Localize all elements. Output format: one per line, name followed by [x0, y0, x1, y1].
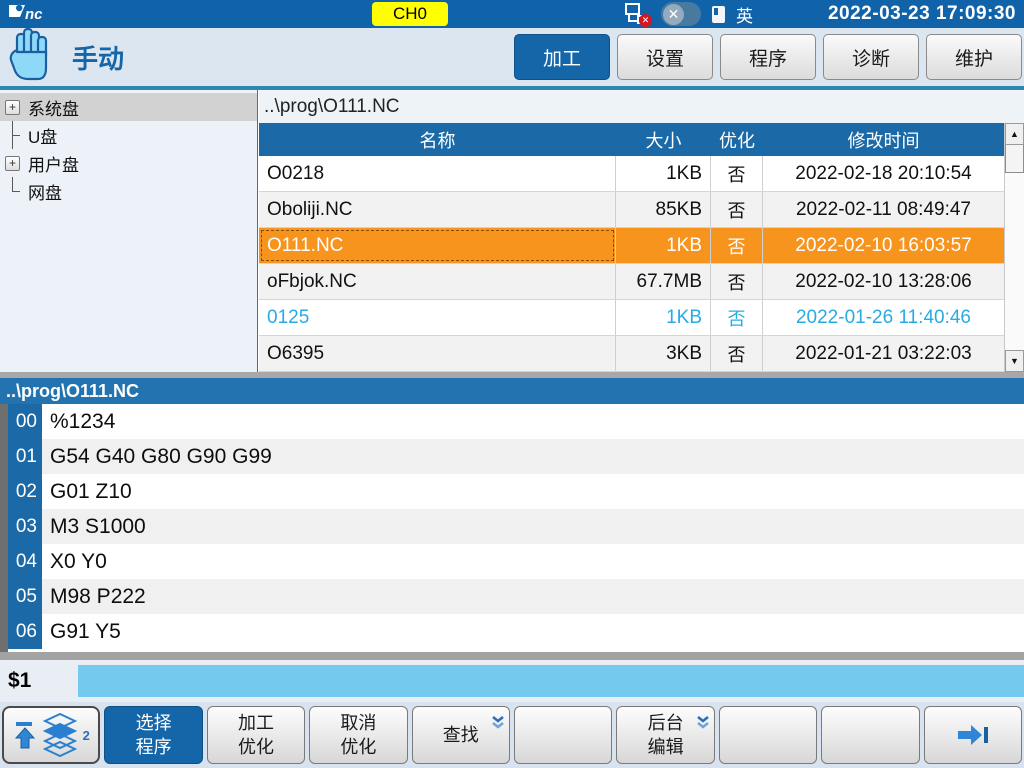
tree-item-label: 网盘 [28, 179, 62, 204]
program-line: 00 %1234 [8, 404, 1024, 439]
file-table-header: 名称 大小 优化 修改时间 [259, 123, 1004, 156]
scrollbar-thumb[interactable] [1005, 145, 1024, 173]
close-icon: ✕ [663, 4, 684, 25]
chevron-down-icon [696, 711, 710, 735]
tree-connector [5, 177, 20, 205]
tab-program[interactable]: 程序 [720, 34, 816, 80]
tab-maintenance[interactable]: 维护 [926, 34, 1022, 80]
tab-machining[interactable]: 加工 [514, 34, 610, 80]
tree-item-user-disk[interactable]: + 用户盘 [0, 149, 257, 177]
softkey-empty-3[interactable] [821, 706, 919, 764]
softkey-machining-optimize[interactable]: 加工 优化 [207, 706, 305, 764]
main-tabs: 加工 设置 程序 诊断 维护 [514, 34, 1024, 80]
scroll-down-icon[interactable]: ▼ [1005, 350, 1024, 372]
program-path-header: ..\prog\O111.NC [0, 378, 1024, 404]
channel-label: $1 [8, 660, 31, 702]
return-top-icon [13, 720, 37, 750]
program-line: 01 G54 G40 G80 G90 G99 [8, 439, 1024, 474]
chevron-down-icon [491, 711, 505, 735]
status-strip [78, 665, 1024, 697]
program-viewer: 00 %1234 01 G54 G40 G80 G90 G99 02 G01 Z… [0, 404, 1024, 652]
datetime-display: 2022-03-23 17:09:30 [828, 3, 1016, 25]
menu-return-button[interactable]: 2 [2, 706, 100, 764]
tree-item-label: 系统盘 [28, 95, 79, 120]
col-name: 名称 [259, 123, 616, 156]
tree-item-label: 用户盘 [28, 151, 79, 176]
tree-item-system-disk[interactable]: + 系统盘 [0, 93, 257, 121]
softkey-toolbar: 2 选择 程序 加工 优化 取消 优化 查找 [0, 702, 1024, 768]
table-row-loaded[interactable]: 0125 1KB 否 2022-01-26 11:40:46 [259, 300, 1004, 336]
tree-item-label: U盘 [28, 123, 57, 148]
softkey-background-edit[interactable]: 后台 编辑 [616, 706, 714, 764]
drive-tree: + 系统盘 U盘 + 用户盘 网盘 [0, 90, 258, 372]
mode-label: 手动 [72, 39, 124, 76]
brand-logo: nc [8, 3, 62, 25]
expand-icon[interactable]: + [5, 100, 20, 115]
current-path: ..\prog\O111.NC [259, 90, 1024, 123]
network-error-badge: ✕ [639, 14, 652, 27]
language-indicator[interactable]: 英 [736, 2, 753, 27]
table-row-selected[interactable]: O111.NC 1KB 否 2022-02-10 16:03:57 [259, 228, 1004, 264]
ime-icon[interactable] [712, 6, 725, 23]
table-scrollbar[interactable]: ▲ ▼ [1004, 123, 1024, 372]
tab-settings[interactable]: 设置 [617, 34, 713, 80]
program-line: 05 M98 P222 [8, 579, 1024, 614]
expand-icon[interactable]: + [5, 156, 20, 171]
channel-badge: CH0 [372, 2, 448, 26]
table-row[interactable]: oFbjok.NC 67.7MB 否 2022-02-10 13:28:06 [259, 264, 1004, 300]
tree-connector [5, 121, 20, 149]
col-size: 大小 [616, 123, 711, 156]
softkey-find[interactable]: 查找 [412, 706, 510, 764]
table-row[interactable]: O6395 3KB 否 2022-01-21 03:22:03 [259, 336, 1004, 372]
network-offline-icon: ✕ [624, 2, 650, 26]
menu-level-badge: 2 [83, 724, 90, 748]
program-line: 06 G91 Y5 [8, 614, 1024, 649]
program-bottom-band [0, 652, 1024, 660]
softkey-cancel-optimize[interactable]: 取消 优化 [309, 706, 407, 764]
program-line: 03 M3 S1000 [8, 509, 1024, 544]
status-bar: $1 [0, 660, 1024, 702]
col-modified: 修改时间 [763, 123, 1004, 156]
file-browser: + 系统盘 U盘 + 用户盘 网盘 ..\prog\O111.NC 名称 [0, 90, 1024, 372]
next-page-arrow-icon [956, 723, 990, 747]
file-table: 名称 大小 优化 修改时间 O0218 1KB 否 2022-02-18 20:… [259, 123, 1004, 372]
top-bar: nc CH0 ✕ ✕ 英 2022-03-23 17:09:30 [0, 0, 1024, 28]
table-row[interactable]: O0218 1KB 否 2022-02-18 20:10:54 [259, 156, 1004, 192]
cnc-screen: nc CH0 ✕ ✕ 英 2022-03-23 17:09:30 [0, 0, 1024, 768]
tab-diagnosis[interactable]: 诊断 [823, 34, 919, 80]
alarm-clear-capsule[interactable]: ✕ [661, 2, 701, 26]
mode-bar: 手动 加工 设置 程序 诊断 维护 [0, 28, 1024, 90]
program-line: 02 G01 Z10 [8, 474, 1024, 509]
softkey-select-program[interactable]: 选择 程序 [104, 706, 202, 764]
menu-layers-icon [43, 713, 77, 757]
table-row[interactable]: Oboliji.NC 85KB 否 2022-02-11 08:49:47 [259, 192, 1004, 228]
col-optimize: 优化 [711, 123, 763, 156]
svg-text:nc: nc [25, 6, 43, 23]
manual-mode-hand-icon [8, 26, 54, 87]
softkey-empty-1[interactable] [514, 706, 612, 764]
scroll-up-icon[interactable]: ▲ [1005, 123, 1024, 145]
program-left-strip [0, 404, 8, 652]
tree-item-net-disk[interactable]: 网盘 [0, 177, 257, 205]
tree-item-usb-disk[interactable]: U盘 [0, 121, 257, 149]
menu-next-button[interactable] [924, 706, 1022, 764]
program-line: 04 X0 Y0 [8, 544, 1024, 579]
softkey-empty-2[interactable] [719, 706, 817, 764]
